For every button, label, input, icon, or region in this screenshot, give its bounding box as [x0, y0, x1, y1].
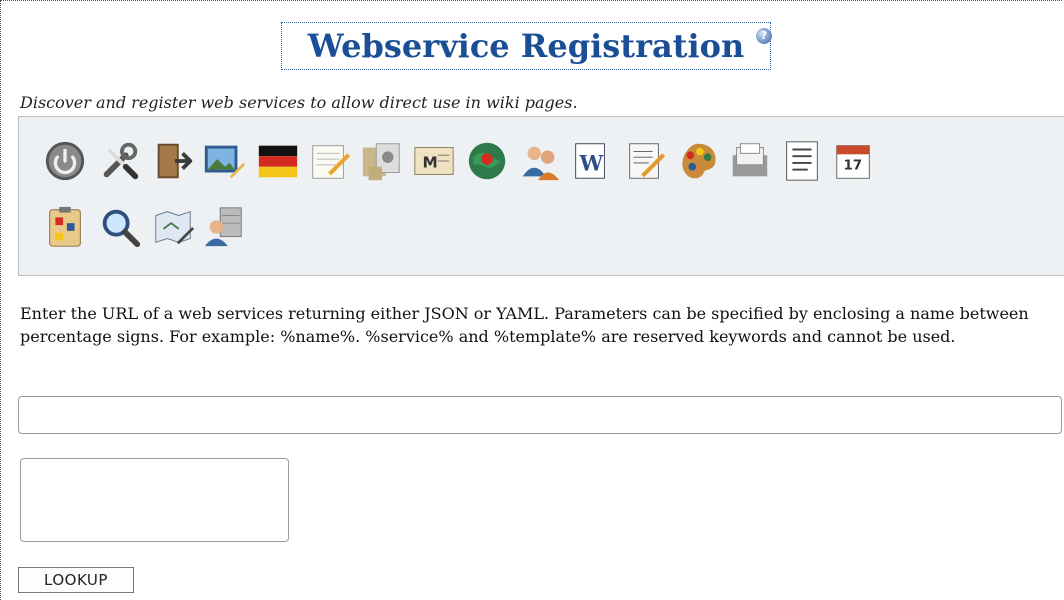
- mail-icon[interactable]: M: [410, 137, 458, 185]
- notepad-pencil-icon[interactable]: [306, 137, 354, 185]
- lookup-button[interactable]: LOOKUP: [18, 567, 134, 593]
- document-edit-icon[interactable]: [621, 137, 669, 185]
- help-icon[interactable]: ?: [756, 28, 772, 44]
- picture-edit-icon[interactable]: [200, 137, 248, 185]
- clipboard-diagram-icon[interactable]: [41, 203, 89, 251]
- page-title-link[interactable]: Webservice Registration ?: [281, 22, 772, 70]
- parameters-box[interactable]: [20, 458, 289, 542]
- svg-text:M: M: [423, 154, 438, 172]
- page-title: Webservice Registration: [307, 27, 745, 65]
- palette-icon[interactable]: [674, 137, 722, 185]
- file-manager-icon[interactable]: [358, 137, 406, 185]
- magnifier-icon[interactable]: [96, 203, 144, 251]
- map-edit-icon[interactable]: [149, 203, 197, 251]
- exit-door-icon[interactable]: [149, 137, 197, 185]
- calendar-icon[interactable]: 17: [830, 137, 878, 185]
- app-toolbar: M W 17: [18, 116, 1064, 276]
- card-file-icon[interactable]: [726, 137, 774, 185]
- user-server-icon[interactable]: [200, 203, 248, 251]
- page-subtitle: Discover and register web services to al…: [20, 93, 578, 112]
- power-icon[interactable]: [41, 137, 89, 185]
- list-document-icon[interactable]: [778, 137, 826, 185]
- svg-text:17: 17: [843, 159, 862, 174]
- svg-text:W: W: [579, 151, 604, 176]
- german-flag-icon[interactable]: [254, 137, 302, 185]
- users-icon[interactable]: [516, 137, 564, 185]
- wiki-page-icon[interactable]: W: [567, 137, 615, 185]
- url-input[interactable]: [18, 396, 1062, 434]
- globe-icon[interactable]: [463, 137, 511, 185]
- url-instructions: Enter the URL of a web services returnin…: [20, 304, 1029, 346]
- tools-icon[interactable]: [96, 137, 144, 185]
